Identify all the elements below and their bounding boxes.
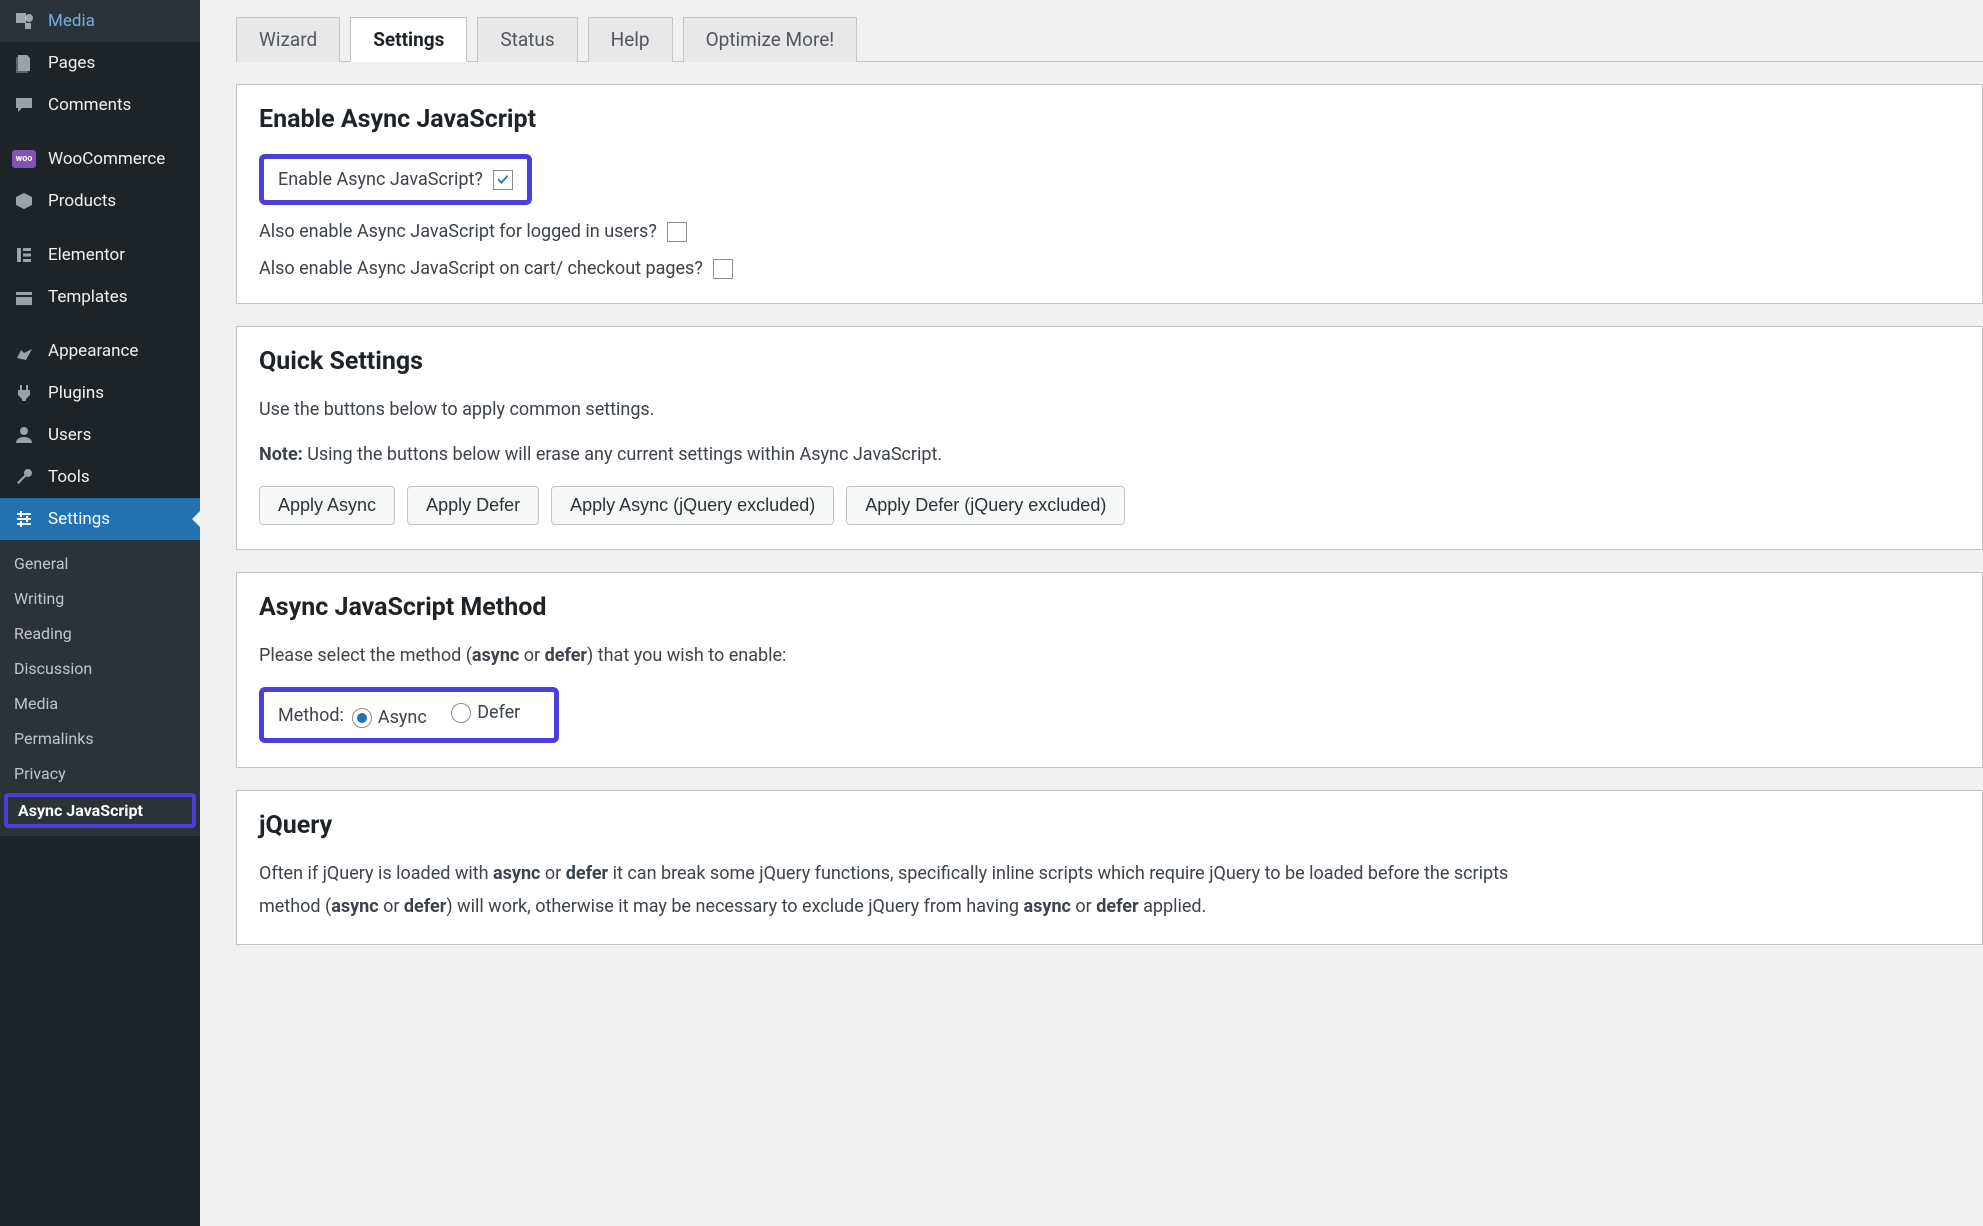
submenu-item-permalinks[interactable]: Permalinks: [0, 721, 200, 756]
sidebar-item-label: Users: [48, 425, 91, 445]
panel-title: Async JavaScript Method: [259, 593, 1960, 622]
sidebar-item-pages[interactable]: Pages: [0, 42, 200, 84]
tools-icon: [12, 466, 36, 488]
users-icon: [12, 424, 36, 446]
sidebar-item-label: Elementor: [48, 245, 125, 265]
tab-optimize-more[interactable]: Optimize More!: [683, 17, 858, 62]
method-radio-async-label[interactable]: Async: [352, 707, 427, 728]
enable-panel: Enable Async JavaScript Enable Async Jav…: [236, 84, 1983, 304]
settings-icon: [12, 508, 36, 530]
jquery-desc-1: Often if jQuery is loaded with async or …: [259, 860, 1960, 887]
settings-submenu: General Writing Reading Discussion Media…: [0, 540, 200, 836]
method-desc: Please select the method (async or defer…: [259, 642, 1960, 669]
method-radio-group: Async Defer: [352, 702, 540, 728]
method-radio-defer-label[interactable]: Defer: [451, 702, 520, 723]
enable-checkbox[interactable]: [493, 170, 513, 190]
quick-desc: Use the buttons below to apply common se…: [259, 396, 1960, 423]
logged-in-checkbox[interactable]: [667, 222, 687, 242]
sidebar-item-label: WooCommerce: [48, 149, 165, 169]
submenu-item-reading[interactable]: Reading: [0, 616, 200, 651]
products-icon: [12, 190, 36, 212]
tab-wizard[interactable]: Wizard: [236, 17, 340, 62]
highlight-method-option: Method: Async Defer: [259, 687, 559, 743]
panel-title: jQuery: [259, 811, 1960, 840]
submenu-item-media[interactable]: Media: [0, 686, 200, 721]
logged-in-label: Also enable Async JavaScript for logged …: [259, 221, 657, 242]
appearance-icon: [12, 340, 36, 362]
apply-defer-button[interactable]: Apply Defer: [407, 486, 539, 525]
method-label: Method:: [278, 705, 344, 726]
sidebar-item-products[interactable]: Products: [0, 180, 200, 222]
woocommerce-icon: woo: [12, 148, 36, 170]
panel-title: Enable Async JavaScript: [259, 105, 1960, 134]
jquery-panel: jQuery Often if jQuery is loaded with as…: [236, 790, 1983, 945]
sidebar-item-plugins[interactable]: Plugins: [0, 372, 200, 414]
sidebar-item-tools[interactable]: Tools: [0, 456, 200, 498]
sidebar-item-label: Media: [48, 11, 95, 31]
quick-note: Note: Using the buttons below will erase…: [259, 441, 1960, 468]
jquery-desc-2: method (async or defer) will work, other…: [259, 893, 1960, 920]
quick-settings-panel: Quick Settings Use the buttons below to …: [236, 326, 1983, 550]
submenu-item-writing[interactable]: Writing: [0, 581, 200, 616]
admin-sidebar: Media Pages Comments woo WooCommerce Pro: [0, 0, 200, 1226]
elementor-icon: [12, 244, 36, 266]
pages-icon: [12, 52, 36, 74]
submenu-item-async-javascript[interactable]: Async JavaScript: [18, 801, 182, 820]
method-panel: Async JavaScript Method Please select th…: [236, 572, 1983, 768]
method-radio-async[interactable]: [352, 708, 372, 728]
sidebar-item-label: Pages: [48, 53, 95, 73]
submenu-highlight-async-js: Async JavaScript: [4, 793, 196, 828]
submenu-item-privacy[interactable]: Privacy: [0, 756, 200, 791]
sidebar-item-templates[interactable]: Templates: [0, 276, 200, 318]
comments-icon: [12, 94, 36, 116]
sidebar-item-elementor[interactable]: Elementor: [0, 234, 200, 276]
sidebar-item-settings[interactable]: Settings: [0, 498, 200, 540]
sidebar-item-label: Comments: [48, 95, 131, 115]
main-content: Wizard Settings Status Help Optimize Mor…: [200, 0, 1983, 1226]
tab-bar: Wizard Settings Status Help Optimize Mor…: [236, 16, 1983, 62]
cart-checkout-label: Also enable Async JavaScript on cart/ ch…: [259, 258, 703, 279]
sidebar-item-woocommerce[interactable]: woo WooCommerce: [0, 138, 200, 180]
submenu-item-general[interactable]: General: [0, 546, 200, 581]
submenu-item-discussion[interactable]: Discussion: [0, 651, 200, 686]
apply-async-excluded-button[interactable]: Apply Async (jQuery excluded): [551, 486, 834, 525]
tab-settings[interactable]: Settings: [350, 17, 467, 62]
apply-async-button[interactable]: Apply Async: [259, 486, 395, 525]
sidebar-item-label: Tools: [48, 467, 90, 487]
templates-icon: [12, 286, 36, 308]
sidebar-item-label: Templates: [48, 287, 128, 307]
sidebar-item-label: Settings: [48, 509, 110, 529]
apply-defer-excluded-button[interactable]: Apply Defer (jQuery excluded): [846, 486, 1125, 525]
sidebar-item-label: Plugins: [48, 383, 104, 403]
media-icon: [12, 10, 36, 32]
sidebar-item-users[interactable]: Users: [0, 414, 200, 456]
sidebar-item-label: Appearance: [48, 341, 138, 361]
quick-button-row: Apply Async Apply Defer Apply Async (jQu…: [259, 486, 1960, 525]
cart-checkout-checkbox[interactable]: [713, 259, 733, 279]
method-radio-defer[interactable]: [451, 703, 471, 723]
sidebar-item-media[interactable]: Media: [0, 0, 200, 42]
highlight-enable-option: Enable Async JavaScript?: [259, 154, 532, 205]
sidebar-item-comments[interactable]: Comments: [0, 84, 200, 126]
panel-title: Quick Settings: [259, 347, 1960, 376]
plugins-icon: [12, 382, 36, 404]
enable-label: Enable Async JavaScript?: [278, 169, 483, 190]
tab-status[interactable]: Status: [477, 17, 577, 62]
sidebar-item-appearance[interactable]: Appearance: [0, 330, 200, 372]
tab-help[interactable]: Help: [588, 17, 673, 62]
sidebar-item-label: Products: [48, 191, 116, 211]
